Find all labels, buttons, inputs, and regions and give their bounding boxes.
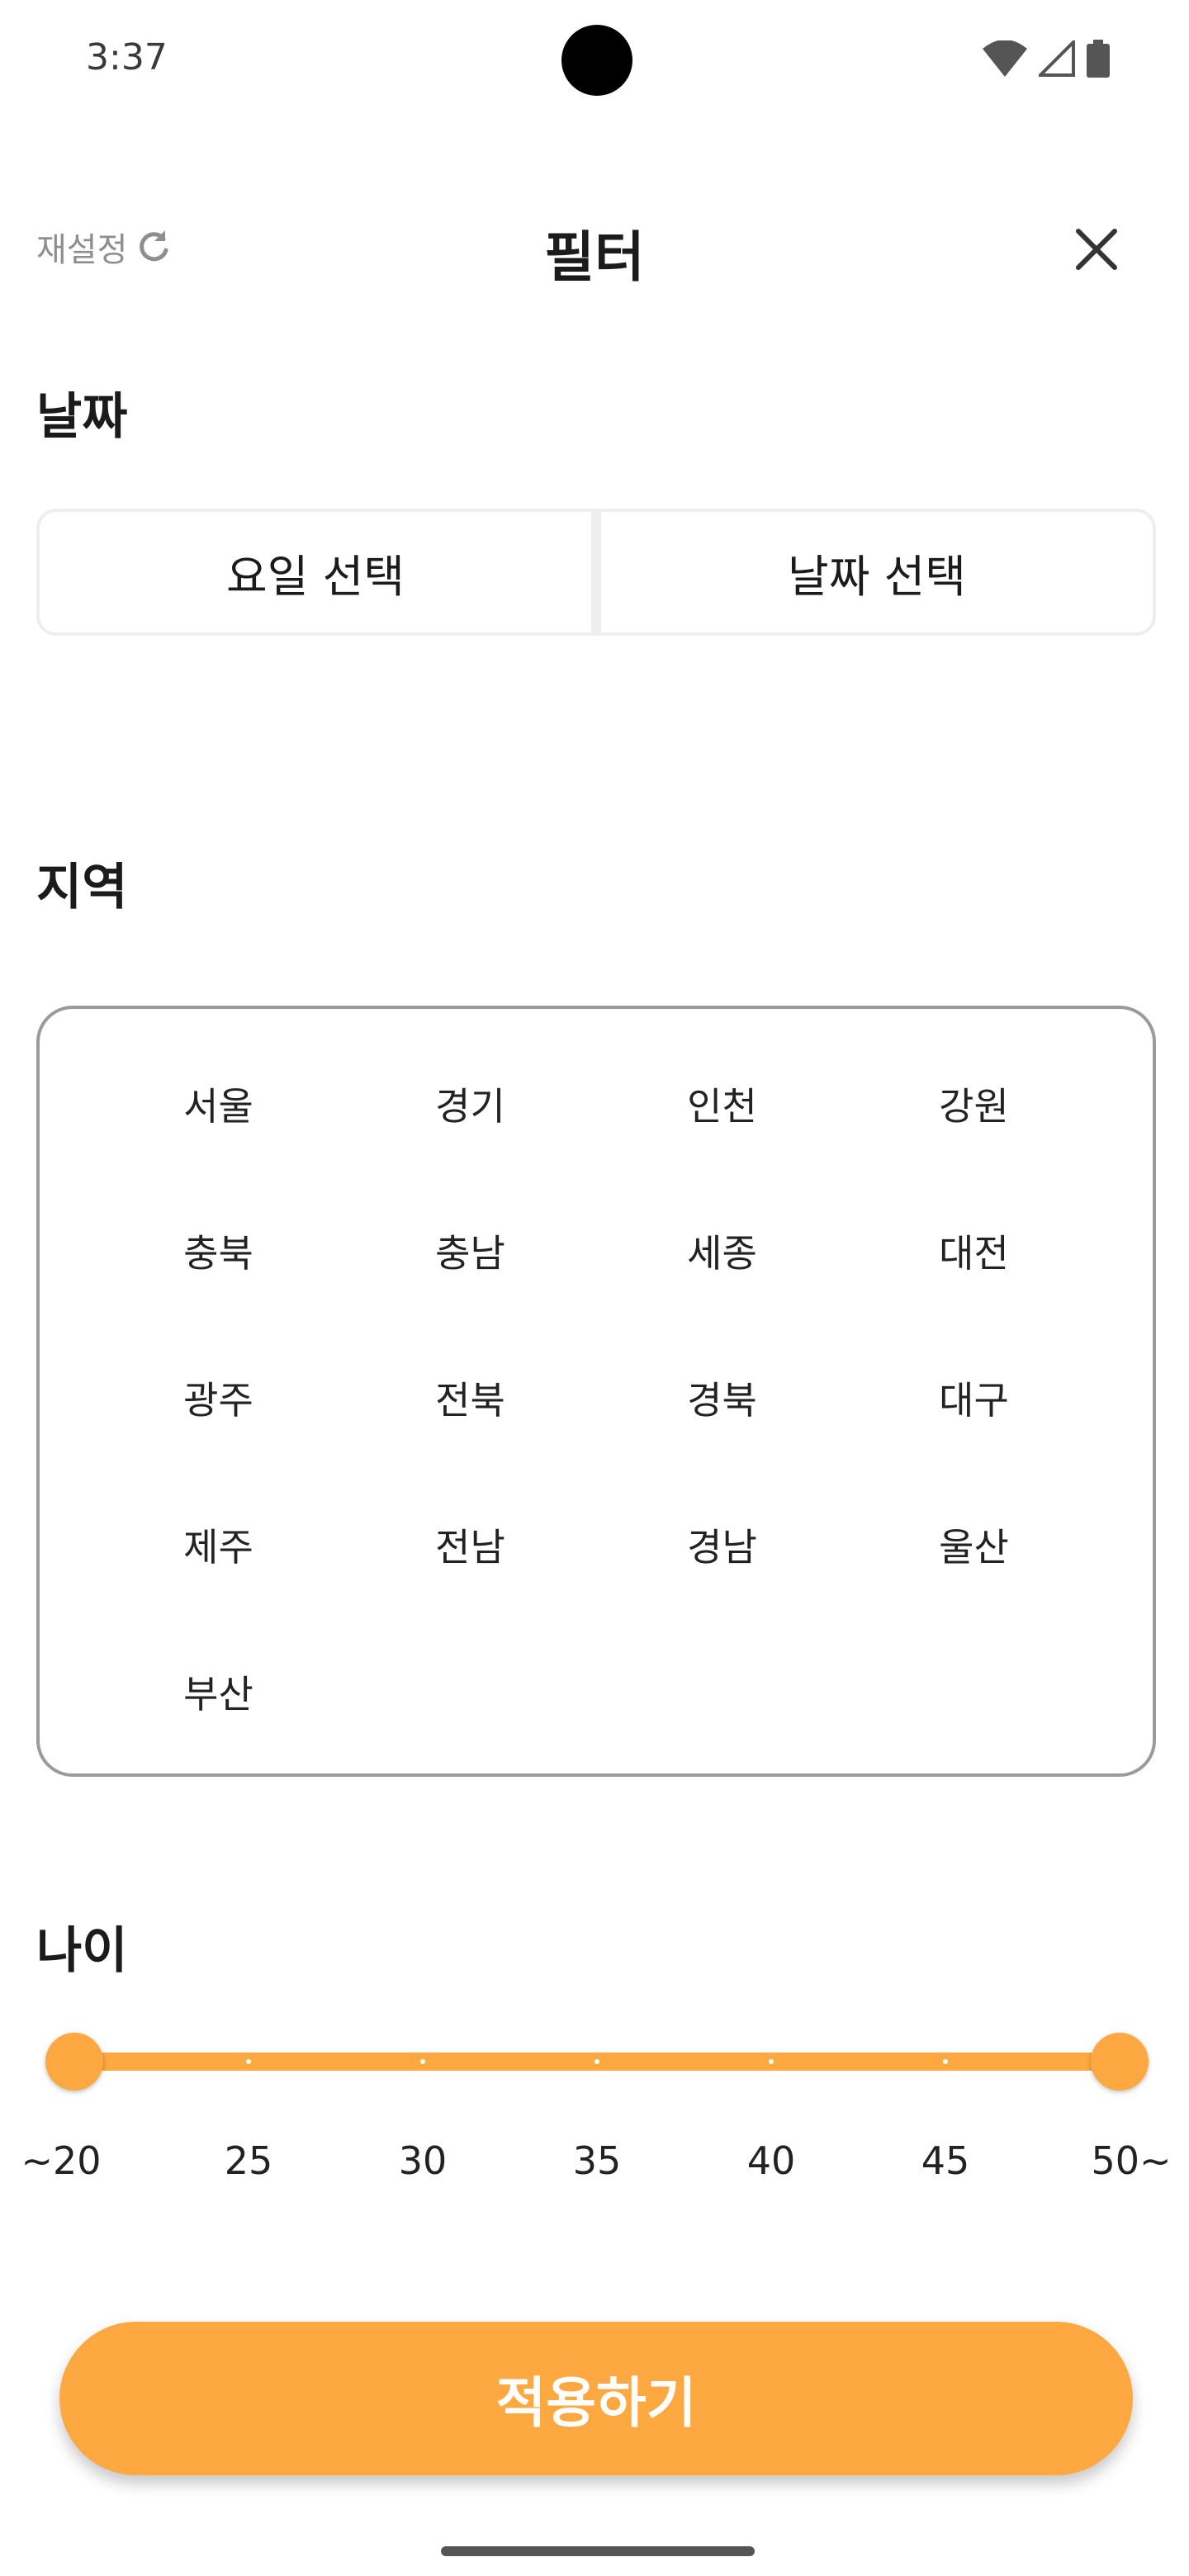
close-icon[interactable] <box>1073 226 1120 272</box>
apply-button[interactable]: 적용하기 <box>59 2322 1133 2475</box>
region-option[interactable]: 부산 <box>92 1646 344 1793</box>
age-range-slider[interactable]: ~20 25 30 35 40 45 50~ <box>0 2015 1189 2196</box>
age-min-thumb[interactable] <box>45 2033 103 2091</box>
region-option[interactable]: 광주 <box>92 1352 344 1499</box>
region-option[interactable]: 전북 <box>344 1352 596 1499</box>
age-tick-label: 40 <box>746 2138 796 2183</box>
date-section-label: 날짜 <box>36 388 128 446</box>
region-option[interactable]: 전남 <box>344 1499 596 1646</box>
date-select-button[interactable]: 날짜 선택 <box>601 512 1153 632</box>
date-mode-toggle: 요일 선택 날짜 선택 <box>36 509 1156 636</box>
age-tick-label: 50~ <box>1091 2138 1172 2183</box>
weekday-select-button[interactable]: 요일 선택 <box>40 512 591 632</box>
age-tick-label: 35 <box>572 2138 622 2183</box>
region-option[interactable]: 대구 <box>848 1352 1100 1499</box>
region-option[interactable]: 충북 <box>92 1205 344 1352</box>
age-tick-label: 25 <box>224 2138 273 2183</box>
region-option[interactable]: 대전 <box>848 1205 1100 1352</box>
age-section-label: 나이 <box>36 1922 128 1980</box>
wifi-icon <box>983 40 1027 77</box>
home-indicator <box>441 2546 755 2556</box>
status-time: 3:37 <box>86 36 168 78</box>
region-option[interactable]: 세종 <box>596 1205 848 1352</box>
region-selector: 서울 경기 인천 강원 충북 충남 세종 대전 광주 전북 경북 대구 제주 전남 경남 울산 부산 <box>36 1006 1156 1777</box>
battery-icon <box>1087 40 1110 78</box>
age-tick-label: 45 <box>921 2138 970 2183</box>
cellular-signal-icon <box>1039 40 1075 77</box>
region-section-label: 지역 <box>36 859 128 916</box>
region-option[interactable]: 충남 <box>344 1205 596 1352</box>
region-option[interactable]: 강원 <box>848 1058 1100 1205</box>
slider-tick <box>594 2059 599 2064</box>
region-option[interactable]: 경북 <box>596 1352 848 1499</box>
region-option[interactable]: 인천 <box>596 1058 848 1205</box>
region-option[interactable]: 울산 <box>848 1499 1100 1646</box>
slider-tick <box>943 2059 948 2064</box>
age-tick-label: 30 <box>398 2138 448 2183</box>
region-option[interactable]: 경기 <box>344 1058 596 1205</box>
region-grid: 서울 경기 인천 강원충북 충남 세종 대전광주 전북 경북 대구제주 전남 경남 울산부산 <box>92 1058 1100 1793</box>
status-icons <box>983 40 1110 78</box>
slider-tick <box>420 2059 425 2064</box>
region-option[interactable]: 서울 <box>92 1058 344 1205</box>
filter-header: 재설정 필터 <box>0 198 1189 297</box>
region-option[interactable]: 제주 <box>92 1499 344 1646</box>
filter-screen: 3:37 재설정 필터 날짜 요일 선택 날짜 선택 지역 서울 경기 인천 강… <box>0 0 1189 2576</box>
slider-tick <box>769 2059 774 2064</box>
slider-tick <box>246 2059 251 2064</box>
status-bar: 3:37 <box>0 0 1189 119</box>
camera-cutout <box>561 25 632 96</box>
age-max-thumb[interactable] <box>1091 2033 1149 2091</box>
age-tick-label: ~20 <box>21 2138 102 2183</box>
page-title: 필터 <box>544 225 645 289</box>
region-option[interactable]: 경남 <box>596 1499 848 1646</box>
